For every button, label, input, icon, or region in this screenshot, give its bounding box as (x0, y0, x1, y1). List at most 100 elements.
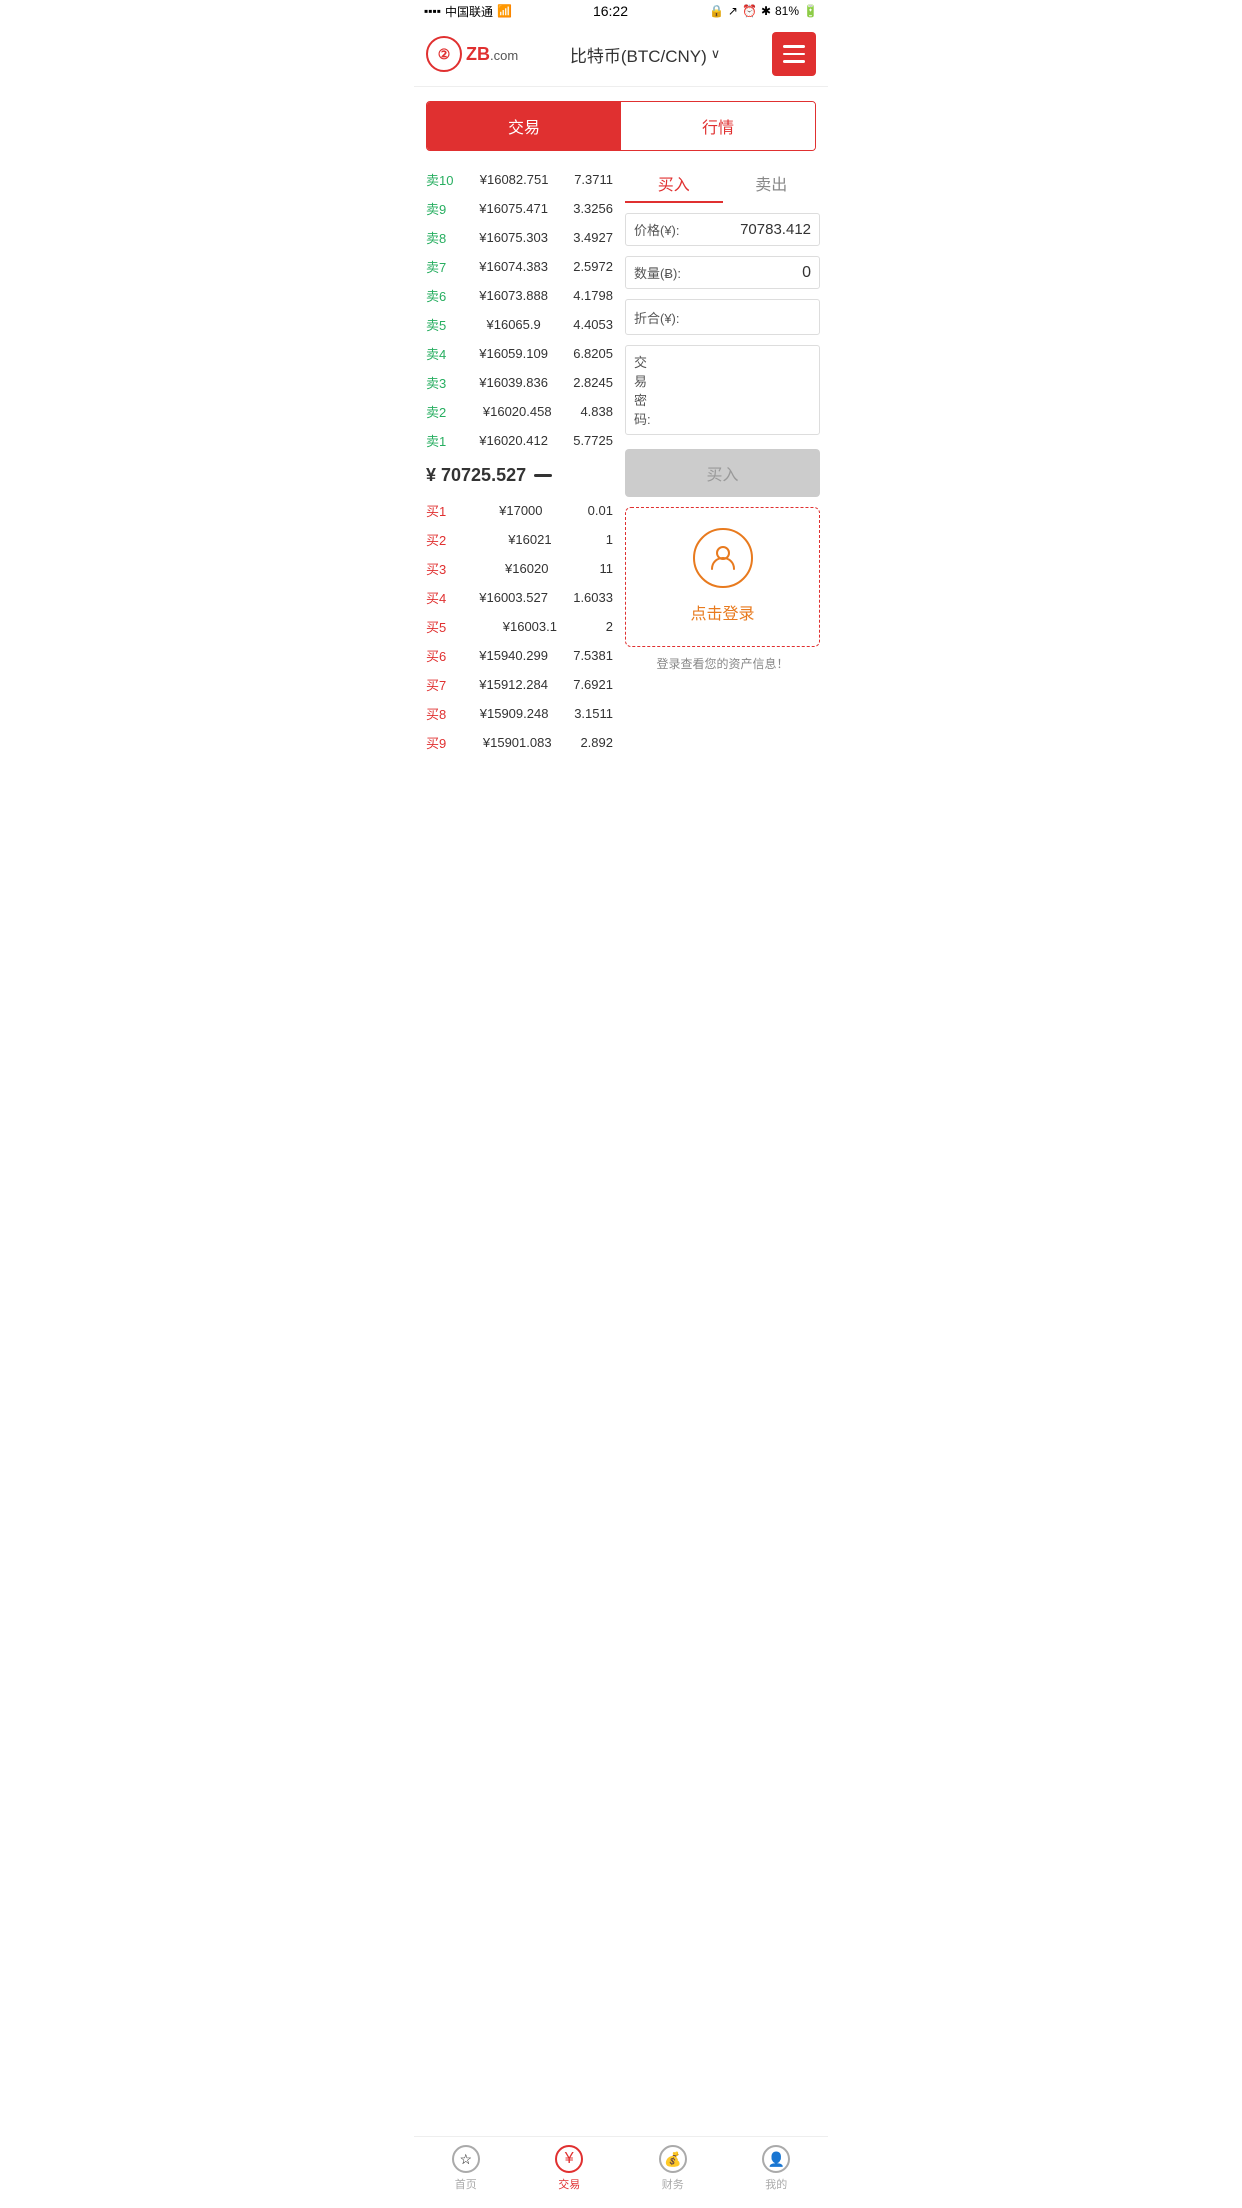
lock-icon: 🔒 (709, 4, 724, 18)
bluetooth-icon: ✱ (761, 4, 771, 18)
status-left: ▪▪▪▪ 中国联通 📶 (424, 3, 512, 20)
order-sell-price: ¥16075.303 (479, 230, 548, 245)
tab-sell[interactable]: 卖出 (723, 165, 821, 203)
bottom-nav: ☆ 首页 ¥ 交易 💰 财务 👤 我的 (414, 2136, 828, 2208)
tab-buy[interactable]: 买入 (625, 165, 723, 203)
order-sell-price: ¥16073.888 (479, 288, 548, 303)
order-buy-label: 买8 (426, 704, 454, 723)
status-right: 🔒 ↗ ⏰ ✱ 81% 🔋 (709, 4, 818, 18)
menu-line-1 (783, 45, 805, 48)
menu-button[interactable] (772, 32, 816, 76)
logo-text: ZB.com (466, 44, 518, 65)
order-row: 买8 ¥15909.248 3.1511 (422, 699, 617, 728)
order-row: 卖4 ¥16059.109 6.8205 (422, 339, 617, 368)
pwd-field-group: 交易密码: (625, 345, 820, 435)
order-buy-price: ¥15909.248 (480, 706, 549, 721)
wifi-icon: 📶 (497, 4, 512, 18)
pwd-input[interactable] (651, 383, 828, 398)
order-sell-label: 卖9 (426, 199, 454, 218)
order-sell-qty: 3.4927 (573, 230, 613, 245)
order-buy-price: ¥16020 (505, 561, 548, 576)
order-row: 买2 ¥16021 1 (422, 525, 617, 554)
order-buy-label: 买4 (426, 588, 454, 607)
order-book: 卖10 ¥16082.751 7.3711 卖9 ¥16075.471 3.32… (422, 165, 617, 757)
order-sell-label: 卖5 (426, 315, 454, 334)
order-sell-qty: 4.838 (580, 404, 613, 419)
pwd-label: 交易密码: (634, 352, 651, 428)
pwd-row[interactable]: 交易密码: (625, 345, 820, 435)
order-sell-label: 卖10 (426, 170, 454, 189)
order-buy-qty: 0.01 (588, 503, 613, 518)
order-row: 买6 ¥15940.299 7.5381 (422, 641, 617, 670)
price-input[interactable] (684, 221, 811, 238)
order-row: 卖10 ¥16082.751 7.3711 (422, 165, 617, 194)
order-buy-price: ¥15901.083 (483, 735, 552, 750)
nav-profile[interactable]: 👤 我的 (762, 2145, 790, 2192)
order-row: 买7 ¥15912.284 7.6921 (422, 670, 617, 699)
alarm-icon: ⏰ (742, 4, 757, 18)
order-row: 买5 ¥16003.1 2 (422, 612, 617, 641)
nav-trade[interactable]: ¥ 交易 (555, 2145, 583, 2192)
location-icon: ↗ (728, 4, 738, 18)
order-buy-price: ¥17000 (499, 503, 542, 518)
order-sell-price: ¥16075.471 (479, 201, 548, 216)
order-sell-qty: 7.3711 (574, 172, 613, 187)
buy-orders: 买1 ¥17000 0.01 买2 ¥16021 1 买3 ¥16020 11 … (422, 496, 617, 757)
asset-info: 登录查看您的资产信息！ (625, 647, 820, 680)
battery-icon: 🔋 (803, 4, 818, 18)
header-title[interactable]: 比特币(BTC/CNY) ∨ (570, 42, 720, 67)
currency-pair: 比特币(BTC/CNY) (570, 42, 707, 67)
order-buy-label: 买9 (426, 733, 454, 752)
tab-trade[interactable]: 交易 (427, 102, 621, 150)
main-content: 卖10 ¥16082.751 7.3711 卖9 ¥16075.471 3.32… (414, 165, 828, 757)
order-sell-qty: 2.8245 (573, 375, 613, 390)
order-sell-price: ¥16059.109 (479, 346, 548, 361)
logo-circle: ② (426, 36, 462, 72)
login-avatar-icon (693, 528, 753, 588)
order-buy-label: 买5 (426, 617, 454, 636)
signal-icon: ▪▪▪▪ (424, 4, 441, 18)
order-buy-price: ¥15940.299 (479, 648, 548, 663)
order-buy-qty: 2 (606, 619, 613, 634)
order-buy-qty: 2.892 (580, 735, 613, 750)
order-sell-price: ¥16065.9 (487, 317, 541, 332)
order-buy-price: ¥16003.1 (503, 619, 557, 634)
right-panel: 买入 卖出 价格(¥): 数量(Ƀ): 折合(¥): (625, 165, 820, 757)
nav-home[interactable]: ☆ 首页 (452, 2145, 480, 2192)
order-sell-label: 卖8 (426, 228, 454, 247)
buy-button[interactable]: 买入 (625, 449, 820, 497)
price-input-row[interactable]: 价格(¥): (625, 213, 820, 246)
order-row: 卖1 ¥16020.412 5.7725 (422, 426, 617, 455)
order-buy-qty: 1 (606, 532, 613, 547)
status-bar: ▪▪▪▪ 中国联通 📶 16:22 🔒 ↗ ⏰ ✱ 81% 🔋 (414, 0, 828, 22)
order-sell-label: 卖4 (426, 344, 454, 363)
total-row: 折合(¥): (625, 299, 820, 335)
price-field-group: 价格(¥): (625, 213, 820, 246)
main-tab-bar: 交易 行情 (426, 101, 816, 151)
order-row: 卖2 ¥16020.458 4.838 (422, 397, 617, 426)
order-buy-qty: 7.5381 (573, 648, 613, 663)
order-sell-price: ¥16074.383 (479, 259, 548, 274)
order-sell-qty: 2.5972 (573, 259, 613, 274)
order-buy-qty: 3.1511 (574, 706, 613, 721)
order-sell-qty: 4.1798 (573, 288, 613, 303)
order-row: 买4 ¥16003.527 1.6033 (422, 583, 617, 612)
login-box[interactable]: 点击登录 (625, 507, 820, 647)
tab-market[interactable]: 行情 (621, 102, 815, 150)
finance-icon: 💰 (659, 2145, 687, 2173)
order-sell-label: 卖3 (426, 373, 454, 392)
menu-line-2 (783, 53, 805, 56)
battery-pct: 81% (775, 4, 799, 18)
order-row: 买3 ¥16020 11 (422, 554, 617, 583)
order-buy-label: 买1 (426, 501, 454, 520)
order-buy-price: ¥16003.527 (479, 590, 548, 605)
logo[interactable]: ② ZB.com (426, 36, 518, 72)
qty-input[interactable] (685, 264, 811, 282)
order-sell-qty: 6.8205 (573, 346, 613, 361)
login-text[interactable]: 点击登录 (638, 600, 807, 624)
status-time: 16:22 (593, 3, 628, 19)
sell-orders: 卖10 ¥16082.751 7.3711 卖9 ¥16075.471 3.32… (422, 165, 617, 455)
qty-input-row[interactable]: 数量(Ƀ): (625, 256, 820, 289)
nav-finance[interactable]: 💰 财务 (659, 2145, 687, 2192)
current-price-row: ¥ 70725.527 (422, 455, 617, 496)
